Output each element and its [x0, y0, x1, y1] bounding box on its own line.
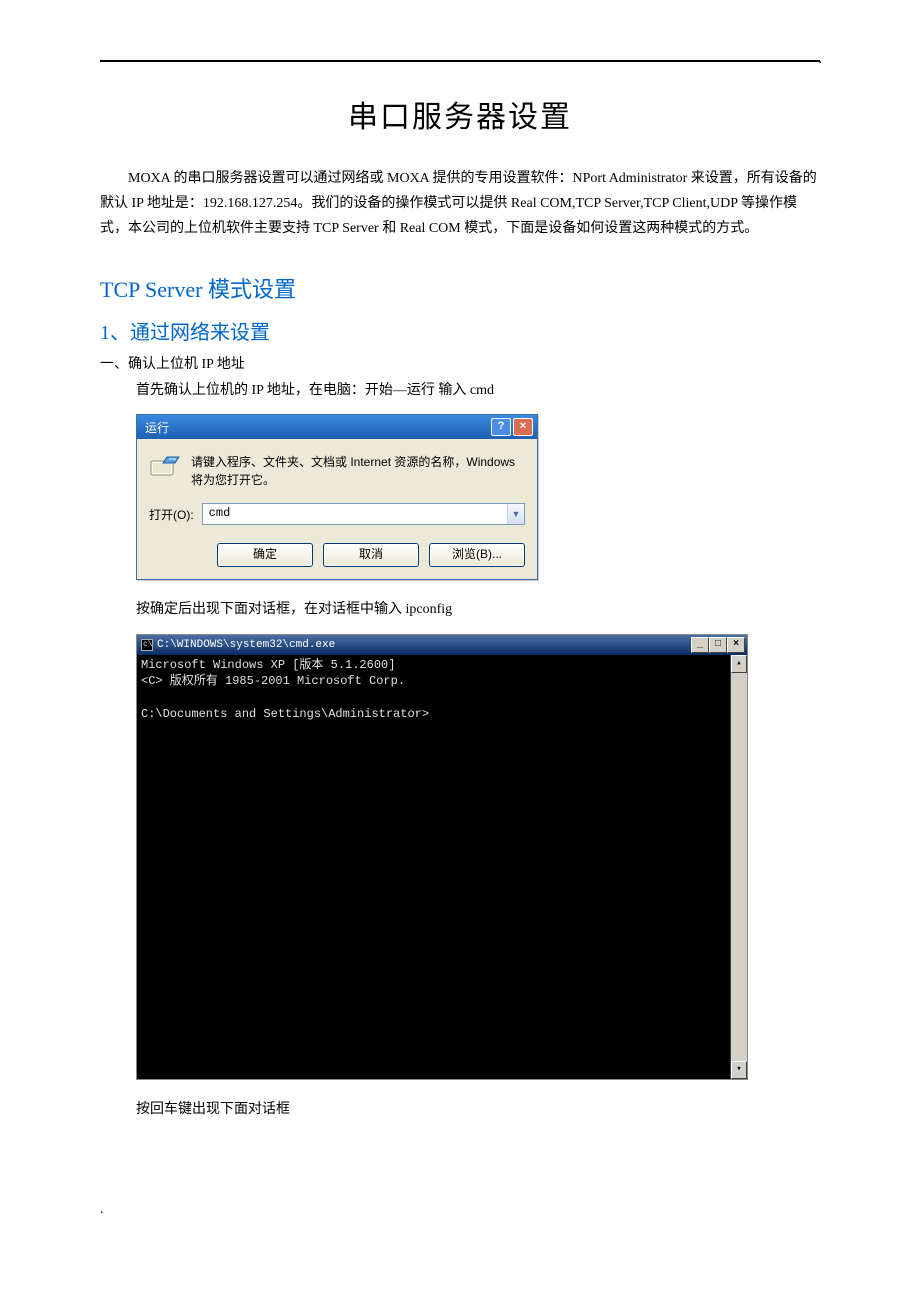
- run-description: 请键入程序、文件夹、文档或 Internet 资源的名称，Windows 将为您…: [191, 453, 525, 489]
- cmd-title-text: C:\WINDOWS\system32\cmd.exe: [157, 639, 335, 651]
- open-label: 打开(O):: [149, 506, 194, 523]
- scroll-down-icon[interactable]: ▾: [731, 1061, 747, 1079]
- minimize-button[interactable]: _: [691, 637, 709, 653]
- run-title-text: 运行: [145, 419, 169, 436]
- help-button[interactable]: ?: [491, 418, 511, 436]
- step-1-label: 一、确认上位机 IP 地址: [100, 353, 820, 373]
- cmd-titlebar: c\ C:\WINDOWS\system32\cmd.exe _ □ ×: [137, 635, 747, 655]
- heading-network-method: 1、通过网络来设置: [100, 316, 820, 345]
- close-button[interactable]: ×: [727, 637, 745, 653]
- top-rule: .: [100, 60, 820, 62]
- cmd-output[interactable]: Microsoft Windows XP [版本 5.1.2600] <C> 版…: [137, 655, 730, 1079]
- run-dialog: 运行 ? × 请键入程序、文件夹、文档或 Internet 资源的名称，Wind…: [136, 414, 538, 580]
- after-run-text: 按确定后出现下面对话框，在对话框中输入 ipconfig: [136, 598, 820, 622]
- scroll-up-icon[interactable]: ▴: [731, 655, 747, 673]
- heading-tcp-server: TCP Server 模式设置: [100, 272, 820, 304]
- maximize-button[interactable]: □: [709, 637, 727, 653]
- dropdown-icon[interactable]: ▼: [507, 504, 524, 524]
- footer-dot: .: [100, 1202, 820, 1218]
- step-1-text: 首先确认上位机的 IP 地址，在电脑：开始—运行 输入 cmd: [136, 379, 820, 403]
- open-combobox[interactable]: ▼: [202, 503, 525, 525]
- ok-button[interactable]: 确定: [217, 543, 313, 567]
- cmd-scrollbar[interactable]: ▴ ▾: [730, 655, 747, 1079]
- run-icon: [149, 453, 181, 479]
- intro-paragraph: MOXA 的串口服务器设置可以通过网络或 MOXA 提供的专用设置软件：NPor…: [100, 166, 820, 242]
- close-button[interactable]: ×: [513, 418, 533, 436]
- cancel-button[interactable]: 取消: [323, 543, 419, 567]
- cmd-window: c\ C:\WINDOWS\system32\cmd.exe _ □ × Mic…: [136, 634, 748, 1080]
- open-input[interactable]: [203, 504, 507, 522]
- after-cmd-text: 按回车键出现下面对话框: [136, 1098, 820, 1122]
- browse-button[interactable]: 浏览(B)...: [429, 543, 525, 567]
- doc-title: 串口服务器设置: [100, 92, 820, 136]
- cmd-icon: c\: [141, 639, 153, 651]
- run-titlebar: 运行 ? ×: [137, 415, 537, 439]
